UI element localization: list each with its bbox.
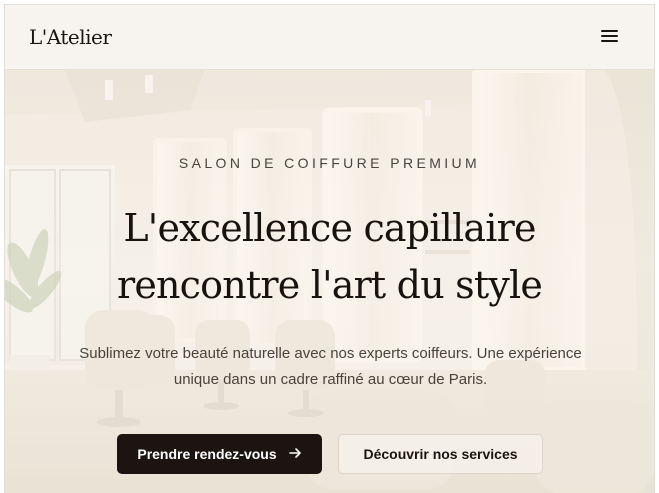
discover-services-button[interactable]: Découvrir nos services	[338, 434, 543, 474]
logo[interactable]: L'Atelier	[29, 25, 112, 49]
book-appointment-button[interactable]: Prendre rendez-vous	[117, 434, 322, 474]
discover-services-label: Découvrir nos services	[363, 446, 518, 462]
subtitle-line-2: unique dans un cadre raffiné au cœur de …	[173, 371, 488, 388]
hero-section: SALON DE COIFFURE PREMIUM L'excellence c…	[5, 70, 654, 493]
page-frame: L'Atelier SALON DE COIFFURE PREMIUM L'ex…	[4, 4, 655, 493]
hamburger-menu-icon[interactable]	[599, 27, 621, 45]
arrow-right-icon	[288, 446, 302, 463]
subtitle-line-1: Sublimez votre beauté naturelle avec nos…	[79, 345, 582, 362]
headline-line-1: L'excellence capillaire	[123, 206, 536, 250]
hero-subtitle: Sublimez votre beauté naturelle avec nos…	[35, 341, 626, 393]
hero-eyebrow: SALON DE COIFFURE PREMIUM	[178, 155, 481, 171]
book-appointment-label: Prendre rendez-vous	[137, 446, 277, 462]
site-header: L'Atelier	[5, 5, 654, 70]
headline-line-2: rencontre l'art du style	[116, 263, 543, 307]
hero-headline: L'excellence capillaire rencontre l'art …	[5, 200, 654, 314]
